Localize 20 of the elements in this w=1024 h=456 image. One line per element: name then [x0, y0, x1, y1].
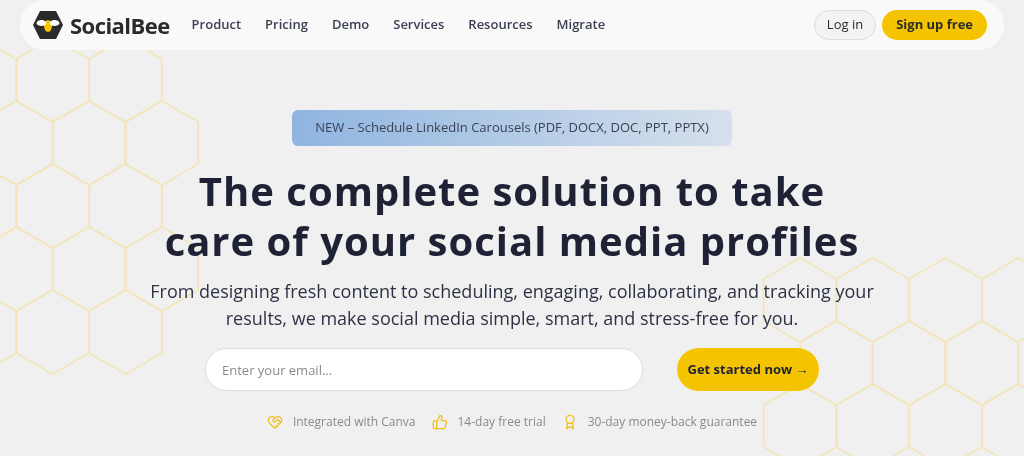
subtitle: From designing fresh content to scheduling, engaging, collaborating, and tracking your results, we make social media simple, smart, and stress-free for you. — [149, 278, 875, 332]
announcement-banner[interactable]: NEW – Schedule LinkedIn Carousels (PDF, DOCX, DOC, PPT, PPTX) — [292, 110, 732, 146]
feature-label: Integrated with Canva — [292, 413, 416, 431]
nav-link[interactable]: Resources — [468, 15, 533, 35]
headline: The complete solution to take — [198, 166, 826, 216]
nav-link[interactable]: Product — [191, 15, 242, 35]
thumbs-up-icon — [431, 414, 448, 430]
feature-label: 14-day free trial — [457, 413, 546, 431]
nav-link[interactable]: Demo — [331, 15, 370, 35]
nav-link[interactable]: Services — [393, 15, 445, 35]
brand-name: SocialBee — [70, 8, 170, 42]
nav-link[interactable]: Migrate — [556, 15, 606, 35]
login-button[interactable]: Log in — [813, 10, 877, 40]
nav-link[interactable]: Pricing — [265, 15, 308, 35]
get-started-button[interactable]: Get started now → — [677, 348, 819, 391]
feature-label: 30-day money-back guarantee — [587, 413, 758, 431]
headline: care of your social media profiles — [164, 216, 860, 266]
signup-button[interactable]: Sign up free — [882, 10, 987, 40]
bee-logo-icon — [32, 10, 64, 40]
email-field[interactable]: Enter your email... — [205, 348, 643, 391]
